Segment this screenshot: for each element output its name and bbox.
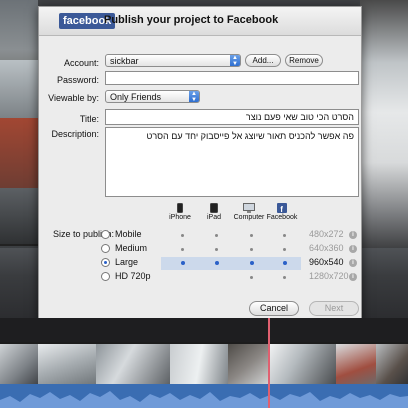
compatibility-dot: [250, 248, 253, 251]
description-field[interactable]: פה אפשר להכניס תאור שיוצג אל פייסבוק יחד…: [105, 127, 359, 197]
size-option-medium[interactable]: Medium 640x360 i: [101, 243, 357, 256]
resolution: 960x540: [309, 257, 344, 267]
device-label: Computer: [233, 214, 265, 221]
remove-account-button[interactable]: Remove: [285, 54, 323, 67]
description-label: Description:: [51, 129, 99, 139]
compatibility-dot: [283, 276, 286, 279]
add-account-button[interactable]: Add...: [245, 54, 281, 67]
size-option-mobile[interactable]: Mobile 480x272 i: [101, 229, 357, 242]
resolution: 480x272: [309, 229, 344, 239]
title-label: Title:: [79, 114, 99, 124]
info-icon[interactable]: i: [349, 231, 357, 239]
compatibility-dot: [215, 261, 219, 265]
size-option-label: HD 720p: [115, 271, 151, 281]
computer-icon: [243, 203, 255, 213]
account-label: Account:: [63, 58, 99, 68]
password-label: Password:: [56, 75, 99, 85]
compatibility-dot: [283, 261, 287, 265]
thumbnail[interactable]: [0, 118, 38, 190]
compatibility-dot: [283, 248, 286, 251]
device-label: iPhone: [169, 214, 191, 221]
viewable-by-value: Only Friends: [110, 92, 162, 102]
radio-button-selected[interactable]: [101, 258, 110, 267]
viewable-by-select[interactable]: Only Friends ▲ ▼: [105, 90, 200, 103]
compatibility-dot: [215, 248, 218, 251]
publish-to-facebook-dialog: facebook Publish your project to Faceboo…: [38, 6, 362, 322]
compatibility-dot: [250, 261, 254, 265]
cancel-button[interactable]: Cancel: [249, 301, 299, 316]
size-option-label: Medium: [115, 243, 148, 253]
timeline-header: [0, 318, 408, 342]
ipad-icon: [210, 203, 218, 213]
info-icon[interactable]: i: [349, 259, 357, 267]
device-ipad: iPad: [194, 203, 234, 221]
clip[interactable]: [170, 344, 230, 386]
compatibility-dot: [283, 234, 286, 237]
account-value: sickbar: [110, 56, 139, 66]
waveform-graphic: [0, 391, 408, 408]
resolution: 1280x720: [309, 271, 349, 281]
playhead[interactable]: [268, 318, 270, 408]
compatibility-dot: [181, 248, 184, 251]
compatibility-dot: [250, 234, 253, 237]
next-button[interactable]: Next: [309, 301, 359, 316]
compatibility-dot: [181, 234, 184, 237]
clip[interactable]: [336, 344, 378, 386]
dialog-title: Publish your project to Facebook: [104, 14, 279, 26]
iphone-icon: [177, 203, 183, 213]
select-arrows-icon: ▲ ▼: [230, 55, 240, 67]
thumbnail[interactable]: [0, 60, 38, 120]
device-facebook: f Facebook: [262, 203, 302, 221]
info-icon[interactable]: i: [349, 245, 357, 253]
compatibility-dot: [250, 276, 253, 279]
compatibility-dot: [181, 261, 185, 265]
size-option-label: Mobile: [115, 229, 142, 239]
size-option-hd720p[interactable]: HD 720p 1280x720 i: [101, 271, 357, 284]
facebook-icon: f: [277, 203, 287, 213]
clip[interactable]: [270, 344, 338, 386]
select-arrows-icon: ▲ ▼: [189, 91, 199, 103]
viewer-right: [360, 0, 408, 250]
clip[interactable]: [0, 344, 40, 386]
info-icon[interactable]: i: [349, 273, 357, 281]
radio-button[interactable]: [101, 230, 110, 239]
device-label: Facebook: [266, 214, 298, 221]
device-label: iPad: [206, 214, 221, 221]
radio-button[interactable]: [101, 272, 110, 281]
resolution: 640x360: [309, 243, 344, 253]
radio-button[interactable]: [101, 244, 110, 253]
password-field[interactable]: [105, 71, 359, 85]
size-option-label: Large: [115, 257, 139, 267]
account-select[interactable]: sickbar ▲ ▼: [105, 54, 241, 67]
compatibility-dot: [215, 234, 218, 237]
clip[interactable]: [96, 344, 172, 386]
size-option-large[interactable]: Large 960x540 i: [101, 257, 357, 270]
timeline-clips[interactable]: [0, 342, 408, 386]
viewable-by-label: Viewable by:: [48, 93, 99, 103]
clip[interactable]: [38, 344, 98, 386]
dialog-titlebar: facebook Publish your project to Faceboo…: [39, 7, 361, 36]
thumbnail[interactable]: [0, 188, 38, 246]
title-field[interactable]: הסרט הכי טוב שאי פעם נוצר: [105, 109, 359, 125]
project-thumbnails-left: [0, 0, 38, 250]
clip[interactable]: [228, 344, 272, 386]
svg-text:f: f: [280, 205, 283, 213]
audio-waveform[interactable]: [0, 384, 408, 408]
clip[interactable]: [376, 344, 408, 386]
